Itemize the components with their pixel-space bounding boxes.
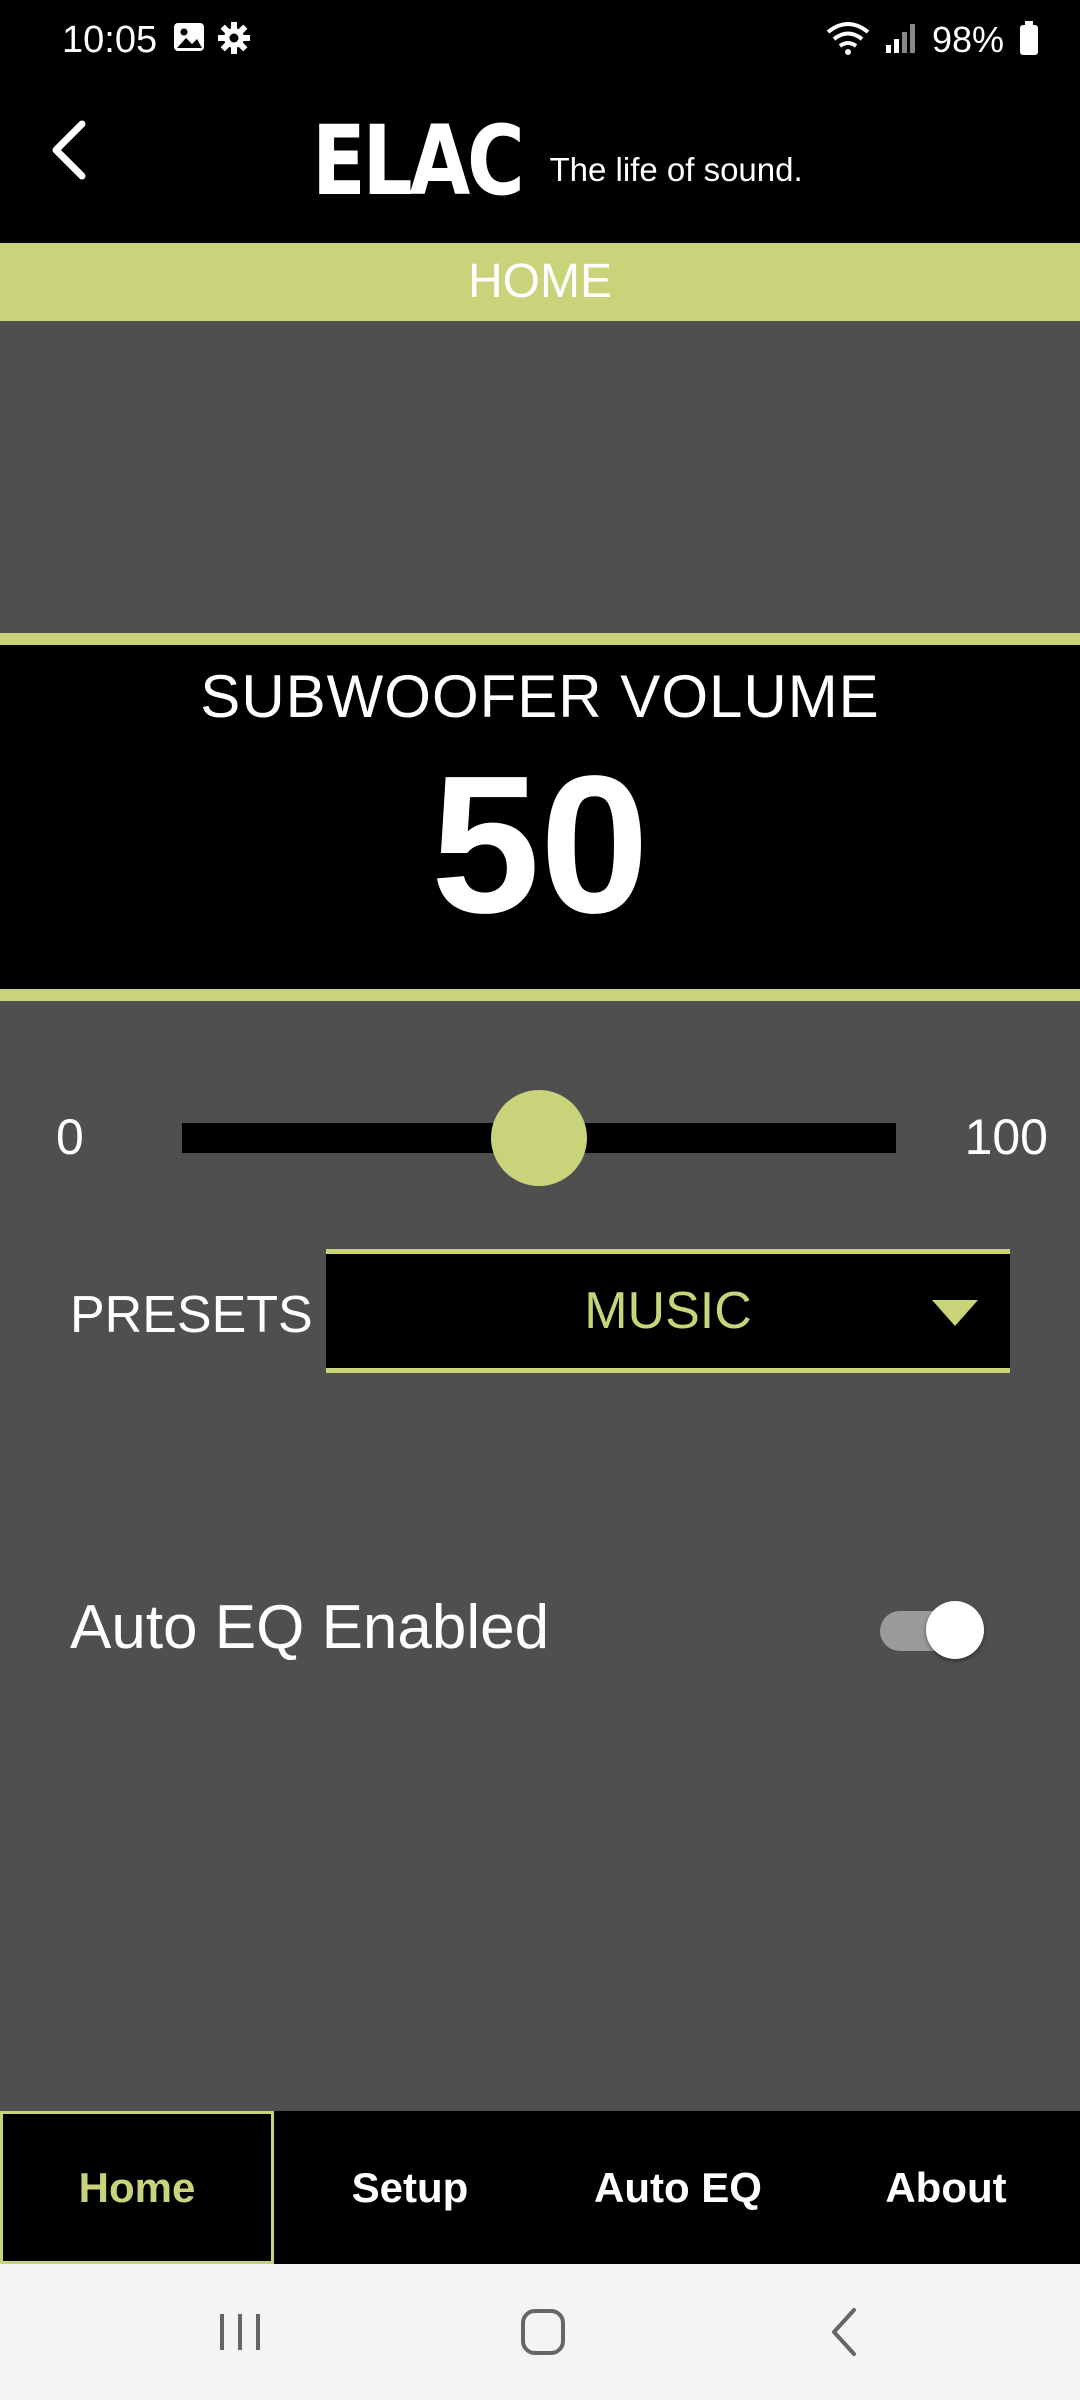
main-content: SUBWOOFER VOLUME 50 0 100 PRESETS MUSIC …	[0, 321, 1080, 2111]
recent-apps-button[interactable]	[200, 2302, 280, 2362]
bottom-nav: Home Setup Auto EQ About	[0, 2111, 1080, 2264]
slider-min-label: 0	[56, 1109, 84, 1165]
tab-auto-eq[interactable]: Auto EQ	[544, 2111, 812, 2264]
auto-eq-toggle[interactable]	[880, 1601, 984, 1659]
tab-home[interactable]: Home	[0, 2111, 274, 2264]
volume-slider-row: 0 100	[0, 1081, 1080, 1191]
volume-label: SUBWOOFER VOLUME	[200, 663, 880, 730]
app-header: ELAC The life of sound.	[0, 80, 1080, 243]
slider-max-label: 100	[964, 1109, 1048, 1165]
auto-eq-label: Auto EQ Enabled	[70, 1593, 550, 1662]
presets-label: PRESETS	[70, 1286, 313, 1344]
recent-apps-icon	[220, 2314, 260, 2350]
page-title: HOME	[0, 243, 1080, 321]
status-time: 10:05	[62, 19, 158, 61]
back-arrow-icon	[832, 2308, 856, 2356]
battery-icon	[1018, 20, 1040, 61]
caret-down-icon	[932, 1300, 978, 1331]
home-button[interactable]	[503, 2302, 583, 2362]
volume-panel: SUBWOOFER VOLUME 50	[0, 633, 1080, 1001]
presets-dropdown[interactable]: MUSIC	[326, 1249, 1010, 1373]
wifi-icon	[826, 20, 870, 61]
home-icon	[521, 2309, 565, 2355]
settings-icon	[216, 20, 252, 61]
status-bar: 10:05 98%	[0, 0, 1080, 80]
logo-mark: ELAC	[312, 105, 525, 217]
status-right: 98%	[826, 14, 1040, 66]
back-button[interactable]	[36, 110, 100, 190]
toggle-knob	[926, 1601, 984, 1659]
battery-percent: 98%	[931, 19, 1004, 60]
system-navigation-bar	[0, 2264, 1080, 2400]
volume-value: 50	[430, 735, 649, 954]
volume-slider-thumb[interactable]	[491, 1090, 587, 1186]
system-back-button[interactable]	[806, 2302, 886, 2362]
auto-eq-row: Auto EQ Enabled	[0, 1561, 1080, 1681]
chevron-left-icon	[52, 120, 86, 180]
elac-logo: ELAC The life of sound.	[312, 105, 803, 217]
status-notification-icons	[172, 20, 252, 61]
presets-row: PRESETS MUSIC	[0, 1249, 1080, 1379]
tab-setup[interactable]: Setup	[276, 2111, 544, 2264]
logo-tagline: The life of sound.	[549, 151, 803, 188]
gallery-icon	[172, 20, 206, 61]
presets-selected-value: MUSIC	[584, 1282, 752, 1340]
tab-about[interactable]: About	[812, 2111, 1080, 2264]
signal-icon	[884, 21, 918, 60]
